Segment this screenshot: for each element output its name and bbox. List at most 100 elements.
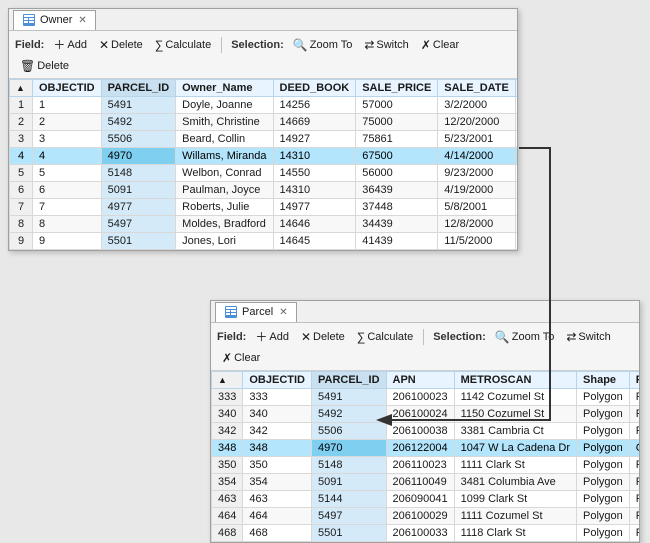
row-num: 1 [10,97,33,114]
parcel-tab-close[interactable]: ✕ [279,307,287,318]
table-row[interactable]: 342 342 5506 206100038 3381 Cambria Ct P… [212,423,640,440]
header-deed-book[interactable]: DEED_BOOK [273,80,356,97]
cell-owner-name: Welbon, Conrad [176,165,273,182]
parcel-clear-button[interactable]: ✗ Clear [217,349,265,367]
parcel-selection-label: Selection: [433,331,486,343]
row-num: 3 [10,131,33,148]
selection-label: Selection: [231,39,284,51]
cell-parcel-type: Residential [629,525,639,542]
row-num: 348 [212,440,243,457]
table-row[interactable]: 348 348 4970 206122004 1047 W La Cadena … [212,440,640,457]
table-row[interactable]: 350 350 5148 206110023 1111 Clark St Pol… [212,457,640,474]
cell-parcel-id: 5497 [101,216,176,233]
parcel-tab[interactable]: Parcel ✕ [215,302,297,322]
parcel-switch-button[interactable]: ⇄ Switch [561,328,615,346]
table-row[interactable]: 4 4 4970 Willams, Miranda 14310 67500 4/… [10,148,518,165]
cell-metroscan: 1142 Cozumel St [454,389,576,406]
add-button[interactable]: ＋ Add [48,34,92,55]
header-sale-price[interactable]: SALE_PRICE [356,80,438,97]
cell-sale-date: 5/23/2001 [438,131,516,148]
cell-account: 00592331 [515,131,517,148]
parcel-header-objectid[interactable]: OBJECTID [243,372,312,389]
table-row[interactable]: 1 1 5491 Doyle, Joanne 14256 57000 3/2/2… [10,97,518,114]
cell-objectid: 2 [33,114,102,131]
cell-account: 00593273 [515,148,517,165]
parcel-calculate-button[interactable]: ∑ Calculate [352,328,418,346]
parcel-header-apn[interactable]: APN [386,372,454,389]
cell-sale-price: 57000 [356,97,438,114]
cell-metroscan: 1111 Clark St [454,457,576,474]
cell-sale-date: 5/8/2001 [438,199,516,216]
table-row[interactable]: 340 340 5492 206100024 1150 Cozumel St P… [212,406,640,423]
table-row[interactable]: 463 463 5144 206090041 1099 Clark St Pol… [212,491,640,508]
parcel-toolbar-sep [423,329,424,345]
cell-apn: 206100024 [386,406,454,423]
cell-parcel-id: 5144 [311,491,386,508]
cell-metroscan: 1047 W La Cadena Dr [454,440,576,457]
table-icon [22,13,36,27]
parcel-delete-button[interactable]: ✕ Delete [296,328,350,346]
parcel-switch-icon: ⇄ [566,330,576,344]
delete2-button[interactable]: 🗑 Delete [15,57,74,75]
row-num: 350 [212,457,243,474]
owner-tab[interactable]: Owner ✕ [13,10,96,30]
table-row[interactable]: 468 468 5501 206100033 1118 Clark St Pol… [212,525,640,542]
parcel-add-button[interactable]: ＋ Add [250,326,294,347]
cell-shape: Polygon [577,440,630,457]
table-row[interactable]: 3 3 5506 Beard, Collin 14927 75861 5/23/… [10,131,518,148]
row-num: 468 [212,525,243,542]
header-parcel-id[interactable]: PARCEL_ID [101,80,176,97]
cell-sale-price: 41439 [356,233,438,250]
parcel-header-rownum: ▲ [212,372,243,389]
parcel-table-scroll[interactable]: ▲ OBJECTID PARCEL_ID APN METROSCAN Shape… [211,371,639,542]
table-row[interactable]: 5 5 5148 Welbon, Conrad 14550 56000 9/23… [10,165,518,182]
owner-header-row: ▲ OBJECTID PARCEL_ID Owner_Name DEED_BOO… [10,80,518,97]
parcel-tab-label: Parcel [242,306,273,318]
parcel-header-metroscan[interactable]: METROSCAN [454,372,576,389]
parcel-header-shape[interactable]: Shape [577,372,630,389]
owner-table-scroll[interactable]: ▲ OBJECTID PARCEL_ID Owner_Name DEED_BOO… [9,79,517,250]
cell-objectid: 1 [33,97,102,114]
cell-sale-price: 75861 [356,131,438,148]
cell-apn: 206100038 [386,423,454,440]
cell-objectid: 7 [33,199,102,216]
table-row[interactable]: 464 464 5497 206100029 1111 Cozumel St P… [212,508,640,525]
cell-parcel-id: 4970 [101,148,176,165]
cell-objectid: 463 [243,491,312,508]
parcel-header-parcel-type[interactable]: Parcel_type [629,372,639,389]
cell-shape: Polygon [577,491,630,508]
cell-objectid: 5 [33,165,102,182]
cell-parcel-id: 5148 [311,457,386,474]
parcel-header-parcel-id[interactable]: PARCEL_ID [311,372,386,389]
cell-sale-date: 12/8/2000 [438,216,516,233]
header-owner-name[interactable]: Owner_Name [176,80,273,97]
cell-shape: Polygon [577,508,630,525]
parcel-add-icon: ＋ [255,328,267,345]
table-row[interactable]: 354 354 5091 206110049 3481 Columbia Ave… [212,474,640,491]
cell-objectid: 9 [33,233,102,250]
table-row[interactable]: 2 2 5492 Smith, Christine 14669 75000 12… [10,114,518,131]
parcel-zoom-to-button[interactable]: 🔍 Zoom To [490,328,560,346]
delete-button[interactable]: ✕ Delete [94,36,148,54]
cell-shape: Polygon [577,423,630,440]
table-row[interactable]: 333 333 5491 206100023 1142 Cozumel St P… [212,389,640,406]
cell-parcel-id: 5501 [311,525,386,542]
table-row[interactable]: 6 6 5091 Paulman, Joyce 14310 36439 4/19… [10,182,518,199]
row-num: 342 [212,423,243,440]
zoom-to-button[interactable]: 🔍 Zoom To [288,36,358,54]
table-row[interactable]: 8 8 5497 Moldes, Bradford 14646 34439 12… [10,216,518,233]
row-num: 463 [212,491,243,508]
table-row[interactable]: 7 7 4977 Roberts, Julie 14977 37448 5/8/… [10,199,518,216]
cell-deed-book: 14256 [273,97,356,114]
calculate-button[interactable]: ∑ Calculate [150,36,216,54]
clear-button[interactable]: ✗ Clear [416,36,464,54]
cell-sale-price: 37448 [356,199,438,216]
header-account[interactable]: ACCOUNT [515,80,517,97]
header-sale-date[interactable]: SALE_DATE [438,80,516,97]
cell-parcel-type: Residential [629,508,639,525]
cell-deed-book: 14550 [273,165,356,182]
header-objectid[interactable]: OBJECTID [33,80,102,97]
switch-button[interactable]: ⇄ Switch [359,36,413,54]
owner-tab-close[interactable]: ✕ [78,15,86,26]
table-row[interactable]: 9 9 5501 Jones, Lori 14645 41439 11/5/20… [10,233,518,250]
